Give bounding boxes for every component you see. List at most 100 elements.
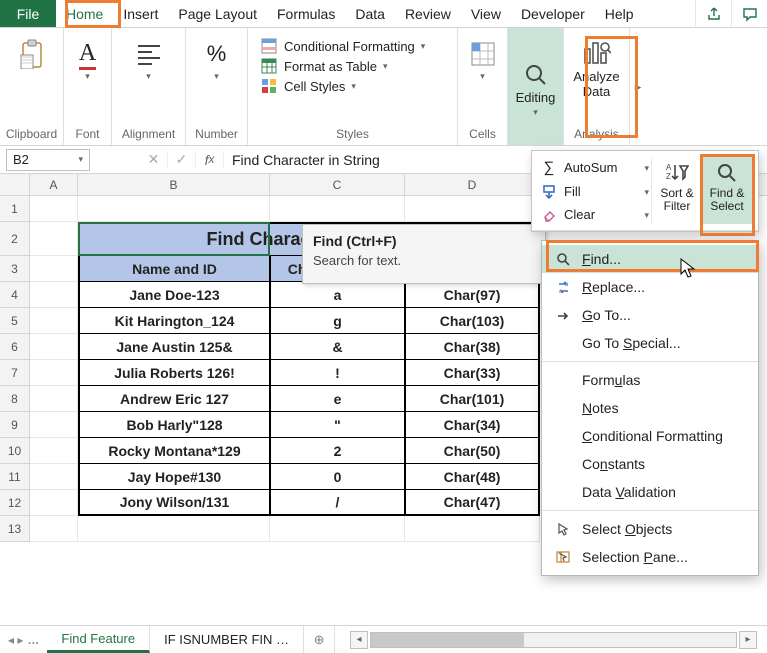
menu-item-selection-pane[interactable]: Selection Pane... [542,543,758,571]
insert-function-button[interactable]: fx [196,151,224,168]
sheet-tab[interactable]: IF ISNUMBER FIN … [150,626,304,653]
editing-button[interactable]: Editing ▾ [508,28,564,145]
table-row[interactable]: Julia Roberts 126!!Char(33) [78,360,540,386]
sheet-tab-active[interactable]: Find Feature [47,626,150,653]
tab-home[interactable]: Home [56,0,113,27]
cell[interactable]: Char(34) [405,412,540,438]
tab-page-layout[interactable]: Page Layout [168,0,267,27]
cell[interactable]: e [270,386,405,412]
table-row[interactable]: Jay Hope#1300Char(48) [78,464,540,490]
cell[interactable]: Char(38) [405,334,540,360]
cell[interactable]: & [270,334,405,360]
menu-item-goto-special[interactable]: Go To Special... [542,329,758,357]
cell[interactable]: Bob Harly"128 [78,412,270,438]
alignment-button[interactable]: ▾ [125,32,173,83]
number-button[interactable]: % ▾ [193,32,241,83]
share-button[interactable] [695,0,731,27]
horizontal-scrollbar[interactable]: ◂ ▸ [340,626,767,653]
tab-developer[interactable]: Developer [511,0,595,27]
row-header[interactable]: 9 [0,412,29,438]
group-label-font[interactable]: Font [75,124,99,145]
tab-data[interactable]: Data [345,0,395,27]
col-header-b[interactable]: B [78,174,270,195]
table-row[interactable]: Jony Wilson/131/Char(47) [78,490,540,516]
font-button[interactable]: A ▾ [64,32,112,83]
menu-item-goto[interactable]: Go To... [542,301,758,329]
sheet-nav[interactable]: ◂ ▸ … [0,626,47,653]
tab-insert[interactable]: Insert [113,0,168,27]
table-row[interactable]: Kit Harington_124gChar(103) [78,308,540,334]
autosum-button[interactable]: ∑ AutoSum ▾ [538,157,651,178]
menu-item-constants[interactable]: Constants [542,450,758,478]
cell[interactable]: Rocky Montana*129 [78,438,270,464]
clear-button[interactable]: Clear ▾ [538,205,651,224]
cell[interactable]: Char(47) [405,490,540,516]
new-sheet-button[interactable]: ⊕ [304,626,334,653]
cancel-formula-button[interactable]: ✕ [140,151,168,168]
cell[interactable]: Char(103) [405,308,540,334]
tab-formulas[interactable]: Formulas [267,0,345,27]
cell[interactable]: Jane Doe-123 [78,282,270,308]
analyze-data-button[interactable]: Analyze Data [565,32,627,102]
table-row[interactable]: Bob Harly"128"Char(34) [78,412,540,438]
comments-button[interactable] [731,0,767,27]
cell[interactable]: Char(33) [405,360,540,386]
table-header-name[interactable]: Name and ID [78,256,270,282]
scroll-left-button[interactable]: ◂ [350,631,368,649]
find-select-button[interactable]: Find & Select [702,157,752,224]
row-header[interactable]: 11 [0,464,29,490]
cell[interactable]: " [270,412,405,438]
scroll-thumb[interactable] [371,633,524,647]
col-header-c[interactable]: C [270,174,405,195]
row-header[interactable]: 1 [0,196,29,222]
chevron-down-icon[interactable]: ▾ [78,154,83,165]
name-box[interactable]: B2 ▾ [6,149,90,171]
menu-item-formulas[interactable]: Formulas [542,366,758,394]
cell[interactable]: Jay Hope#130 [78,464,270,490]
table-row[interactable]: Jane Doe-123aChar(97) [78,282,540,308]
row-header[interactable]: 6 [0,334,29,360]
cell[interactable]: ! [270,360,405,386]
col-header-a[interactable]: A [30,174,78,195]
row-header[interactable]: 3 [0,256,29,282]
tab-review[interactable]: Review [395,0,461,27]
group-label-cells[interactable]: Cells [469,124,496,145]
cell[interactable]: / [270,490,405,516]
cells-button[interactable]: ▾ [459,32,507,83]
cell[interactable]: 2 [270,438,405,464]
table-row[interactable]: Rocky Montana*1292Char(50) [78,438,540,464]
cell[interactable]: Char(97) [405,282,540,308]
table-row[interactable]: Jane Austin 125&&Char(38) [78,334,540,360]
enter-formula-button[interactable]: ✓ [168,151,196,168]
menu-item-find[interactable]: Find... [542,245,758,273]
tab-view[interactable]: View [461,0,511,27]
select-all-corner[interactable] [0,174,30,195]
cell[interactable]: a [270,282,405,308]
cell[interactable]: Jane Austin 125& [78,334,270,360]
menu-item-data-validation[interactable]: Data Validation [542,478,758,506]
format-as-table-button[interactable]: Format as Table ▾ [260,58,425,74]
cell[interactable]: Char(50) [405,438,540,464]
sort-filter-button[interactable]: AZ Sort & Filter [652,157,702,224]
menu-item-select-objects[interactable]: Select Objects [542,515,758,543]
row-header[interactable]: 10 [0,438,29,464]
cell[interactable]: Jony Wilson/131 [78,490,270,516]
menu-item-cond-format[interactable]: Conditional Formatting [542,422,758,450]
cell[interactable]: Char(101) [405,386,540,412]
group-label-alignment[interactable]: Alignment [122,124,175,145]
cell[interactable]: 0 [270,464,405,490]
tab-file[interactable]: File [0,0,56,27]
row-header[interactable]: 4 [0,282,29,308]
cell[interactable]: Char(48) [405,464,540,490]
cell-styles-button[interactable]: Cell Styles ▾ [260,78,425,94]
menu-item-replace[interactable]: ab Replace... [542,273,758,301]
row-header[interactable]: 8 [0,386,29,412]
scroll-right-button[interactable]: ▸ [739,631,757,649]
row-header[interactable]: 13 [0,516,29,542]
cell[interactable]: g [270,308,405,334]
row-header[interactable]: 5 [0,308,29,334]
cell[interactable]: Julia Roberts 126! [78,360,270,386]
row-header[interactable]: 12 [0,490,29,516]
tab-help[interactable]: Help [595,0,644,27]
col-header-d[interactable]: D [405,174,540,195]
